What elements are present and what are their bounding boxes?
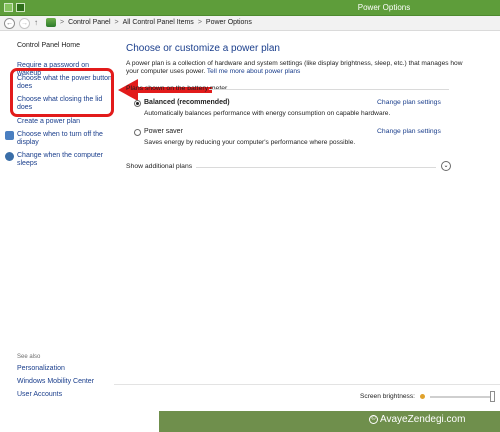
breadcrumb-power-options[interactable]: Power Options (206, 19, 252, 26)
plan-balanced-description: Automatically balances performance with … (144, 110, 391, 117)
sidebar-item-create-plan[interactable]: Create a power plan (17, 118, 113, 126)
plan-power-saver-description: Saves energy by reducing your computer's… (144, 139, 356, 146)
show-additional-plans[interactable]: Show additional plans (126, 163, 192, 170)
main-panel: Choose or customize a power plan A power… (114, 32, 500, 432)
watermark: AvayeZendegi.com (380, 414, 466, 425)
breadcrumb-control-panel[interactable]: Control Panel (68, 19, 110, 26)
forward-arrow-icon[interactable]: → (19, 18, 30, 29)
sidebar-home-link[interactable]: Control Panel Home (17, 42, 113, 50)
change-plan-settings-balanced[interactable]: Change plan settings (377, 99, 441, 106)
back-arrow-icon[interactable]: ← (4, 18, 15, 29)
plan-description: A power plan is a collection of hardware… (126, 60, 464, 76)
sidebar-item-computer-sleeps[interactable]: Change when the computer sleeps (17, 152, 113, 168)
breadcrumb-separator: > (114, 19, 119, 26)
chevron-down-icon[interactable]: ⌄ (441, 161, 451, 171)
window-title: Power Options (357, 3, 411, 12)
brightness-slider[interactable] (430, 396, 492, 398)
brightness-slider-thumb[interactable] (490, 391, 495, 402)
sun-icon (420, 394, 425, 399)
sleep-icon (5, 152, 14, 161)
breadcrumb-separator: > (197, 19, 202, 26)
see-also-user-accounts[interactable]: User Accounts (17, 391, 113, 399)
sidebar-item-turn-off-display[interactable]: Choose when to turn off the display (17, 131, 113, 147)
plan-power-saver-name[interactable]: Power saver (144, 128, 183, 135)
see-also-mobility-center[interactable]: Windows Mobility Center (17, 378, 113, 386)
plan-balanced-name[interactable]: Balanced (recommended) (144, 99, 230, 106)
tell-me-more-link[interactable]: Tell me more about power plans (207, 68, 300, 75)
breadcrumb-separator: > (60, 19, 65, 26)
copyright-icon: © (369, 415, 378, 424)
display-icon (5, 131, 14, 140)
brightness-label: Screen brightness: (360, 393, 415, 400)
see-also-heading: See also (17, 354, 41, 360)
footer-divider (114, 384, 500, 385)
address-bar[interactable]: ← → ↑ > Control Panel > All Control Pane… (0, 16, 500, 31)
change-plan-settings-power-saver[interactable]: Change plan settings (377, 128, 441, 135)
group-divider (209, 89, 449, 90)
control-panel-icon (46, 18, 56, 27)
page-title: Choose or customize a power plan (126, 43, 280, 54)
see-also-personalization[interactable]: Personalization (17, 365, 113, 373)
show-more-divider (196, 167, 436, 168)
radio-power-saver[interactable] (134, 129, 141, 136)
highlight-box (10, 68, 114, 117)
up-arrow-icon[interactable]: ↑ (34, 18, 38, 27)
title-bar: Power Options (0, 0, 500, 16)
radio-balanced[interactable] (134, 100, 141, 107)
breadcrumb-all-items[interactable]: All Control Panel Items (123, 19, 194, 26)
breadcrumb: > Control Panel > All Control Panel Item… (46, 18, 252, 27)
